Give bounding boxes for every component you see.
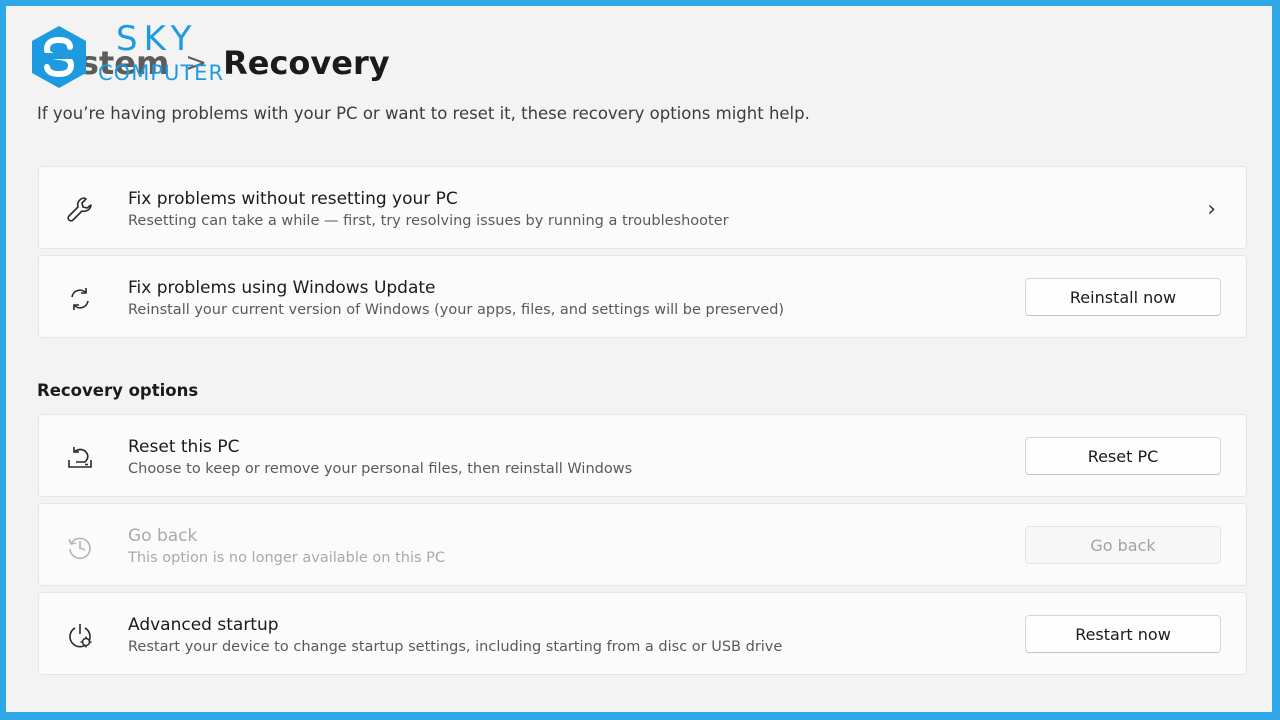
advanced-startup-card: Advanced startup Restart your device to … xyxy=(38,592,1247,675)
history-icon xyxy=(65,532,95,562)
card-description: Choose to keep or remove your personal f… xyxy=(128,461,633,477)
watermark-text-computer: COMPUTER xyxy=(98,61,225,85)
card-title: Advanced startup xyxy=(128,615,279,635)
reset-pc-card: Reset this PC Choose to keep or remove y… xyxy=(38,414,1247,497)
reset-pc-button[interactable]: Reset PC xyxy=(1025,437,1221,475)
settings-window: System > Recovery SKY COMPUTER If you’re… xyxy=(6,6,1272,712)
refresh-icon xyxy=(65,284,95,314)
chevron-right-icon: › xyxy=(1207,197,1216,222)
card-title: Fix problems using Windows Update xyxy=(128,278,436,298)
card-description: This option is no longer available on th… xyxy=(128,550,446,566)
card-title: Reset this PC xyxy=(128,437,240,457)
go-back-button: Go back xyxy=(1025,526,1221,564)
card-title: Fix problems without resetting your PC xyxy=(128,189,458,209)
troubleshoot-card[interactable]: Fix problems without resetting your PC R… xyxy=(38,166,1247,249)
sky-logo-icon xyxy=(32,26,86,88)
card-description: Reinstall your current version of Window… xyxy=(128,302,785,318)
watermark-text-sky: SKY xyxy=(116,19,198,59)
page-title: Recovery xyxy=(223,44,390,82)
advanced-startup-icon xyxy=(65,621,95,651)
wrench-icon xyxy=(65,195,95,225)
page-description: If you’re having problems with your PC o… xyxy=(37,104,810,123)
restart-now-button[interactable]: Restart now xyxy=(1025,615,1221,653)
sky-computer-watermark: SKY COMPUTER xyxy=(24,20,239,92)
card-title: Go back xyxy=(128,526,198,546)
go-back-card: Go back This option is no longer availab… xyxy=(38,503,1247,586)
card-description: Restart your device to change startup se… xyxy=(128,639,783,655)
card-description: Resetting can take a while — first, try … xyxy=(128,213,729,229)
recovery-options-heading: Recovery options xyxy=(37,381,199,400)
reinstall-now-button[interactable]: Reinstall now xyxy=(1025,278,1221,316)
reset-pc-icon xyxy=(65,443,95,473)
windows-update-card: Fix problems using Windows Update Reinst… xyxy=(38,255,1247,338)
